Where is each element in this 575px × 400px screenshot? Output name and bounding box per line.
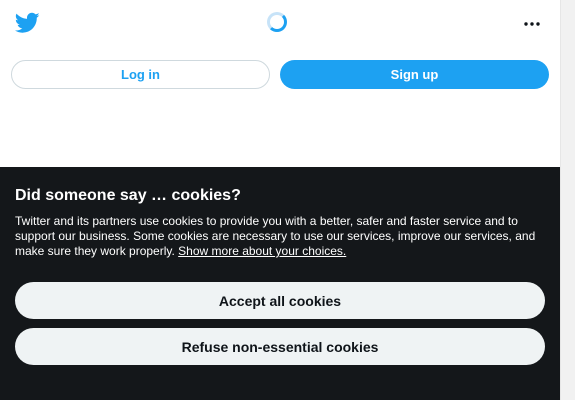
refuse-non-essential-cookies-label: Refuse non-essential cookies <box>181 338 379 355</box>
more-dots-icon[interactable] <box>521 14 543 32</box>
accept-all-cookies-label: Accept all cookies <box>218 292 342 309</box>
cookie-banner: Did someone say … cookies? Twitter and i… <box>0 167 560 400</box>
signup-button-label: Sign up <box>390 67 439 82</box>
cookie-banner-text: Twitter and its partners use cookies to … <box>15 214 545 259</box>
page: Log in Sign up Did someone say … cookies… <box>0 0 575 400</box>
login-button-label: Log in <box>121 67 160 82</box>
signup-button[interactable]: Sign up <box>280 60 549 89</box>
login-button[interactable]: Log in <box>11 60 270 89</box>
cookie-choices-link[interactable]: Show more about your choices. <box>178 244 346 258</box>
top-bar <box>0 0 560 50</box>
refuse-non-essential-cookies-button[interactable]: Refuse non-essential cookies <box>15 328 545 365</box>
twitter-bird-icon[interactable] <box>14 12 40 34</box>
scrollbar[interactable] <box>560 0 575 400</box>
accept-all-cookies-button[interactable]: Accept all cookies <box>15 282 545 319</box>
loading-spinner-icon <box>267 12 287 32</box>
auth-buttons: Log in Sign up <box>0 60 560 90</box>
cookie-banner-title: Did someone say … cookies? <box>15 187 241 204</box>
